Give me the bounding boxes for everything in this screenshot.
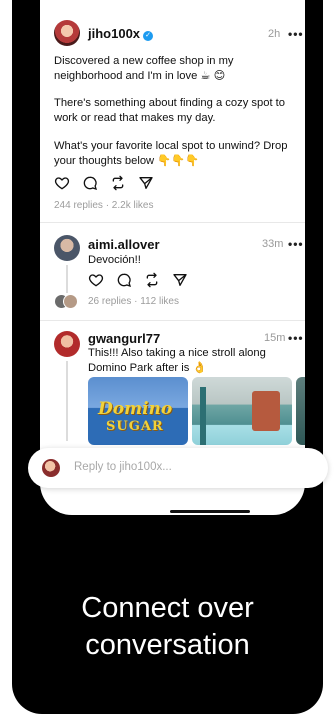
tagline: Connect over conversation (12, 590, 323, 664)
reply-username[interactable]: aimi.allover (88, 237, 160, 252)
comment-icon[interactable] (116, 272, 132, 288)
post-stats[interactable]: 244 replies · 2.2k likes (54, 200, 154, 211)
reply-input-bar[interactable]: Reply to jiho100x... (28, 448, 328, 488)
like-heart-icon[interactable] (54, 175, 70, 191)
post-paragraph-1: Discovered a new coffee shop in my neigh… (54, 55, 234, 82)
avatar[interactable] (54, 331, 80, 357)
main-post: jiho100x ✓ 2h ••• Discovered a new coffee… (40, 0, 305, 222)
structure-beam (200, 387, 206, 445)
tagline-line-1: Connect over (81, 592, 254, 624)
reply-actions (88, 272, 188, 288)
reply-username[interactable]: gwangurl77 (88, 331, 160, 346)
reply-stats[interactable]: 26 replies · 112 likes (88, 296, 179, 307)
post-time: 2h (268, 28, 281, 40)
post-paragraph-2: There's something about finding a cozy s… (54, 97, 285, 124)
avatar[interactable] (54, 235, 80, 261)
more-options-icon[interactable]: ••• (288, 331, 304, 345)
media-image-partial[interactable] (296, 377, 305, 445)
comment-icon[interactable] (82, 175, 98, 191)
share-send-icon[interactable] (172, 272, 188, 288)
reply-text: Devoción!! (88, 254, 141, 266)
avatar[interactable] (54, 20, 80, 46)
reply-time: 15m (264, 332, 286, 344)
repost-icon[interactable] (144, 272, 160, 288)
avatar (63, 294, 78, 309)
more-options-icon[interactable]: ••• (288, 27, 304, 41)
media-image-domino-sign[interactable]: Domino SUGAR (88, 377, 188, 445)
share-send-icon[interactable] (138, 175, 154, 191)
tagline-line-2: conversation (85, 629, 250, 661)
more-options-icon[interactable]: ••• (288, 237, 304, 251)
reply-input-placeholder[interactable]: Reply to jiho100x... (74, 461, 172, 473)
replier-avatars (54, 294, 82, 309)
post-username[interactable]: jiho100x ✓ (88, 26, 154, 41)
thread-line (66, 361, 68, 441)
sign-text-sugar: SUGAR (106, 419, 164, 434)
username-text: jiho100x (88, 26, 141, 41)
sign-text-domino: Domino (98, 399, 173, 419)
home-indicator (170, 510, 250, 513)
reply-text: This!!! Also taking a nice stroll along … (88, 347, 266, 374)
thread-line (66, 265, 68, 293)
repost-icon[interactable] (110, 175, 126, 191)
post-paragraph-3: What's your favorite local spot to unwin… (54, 140, 288, 167)
reply-time: 33m (262, 238, 284, 250)
reply-aimi: aimi.allover 33m ••• Devoción!! 26 repli… (40, 223, 305, 319)
like-heart-icon[interactable] (88, 272, 104, 288)
avatar (42, 459, 60, 477)
building-shape (252, 391, 280, 431)
post-actions (54, 175, 154, 191)
verified-badge-icon: ✓ (143, 31, 154, 41)
app-screen: jiho100x ✓ 2h ••• Discovered a new coffee… (40, 0, 305, 515)
media-image-park[interactable] (192, 377, 292, 445)
